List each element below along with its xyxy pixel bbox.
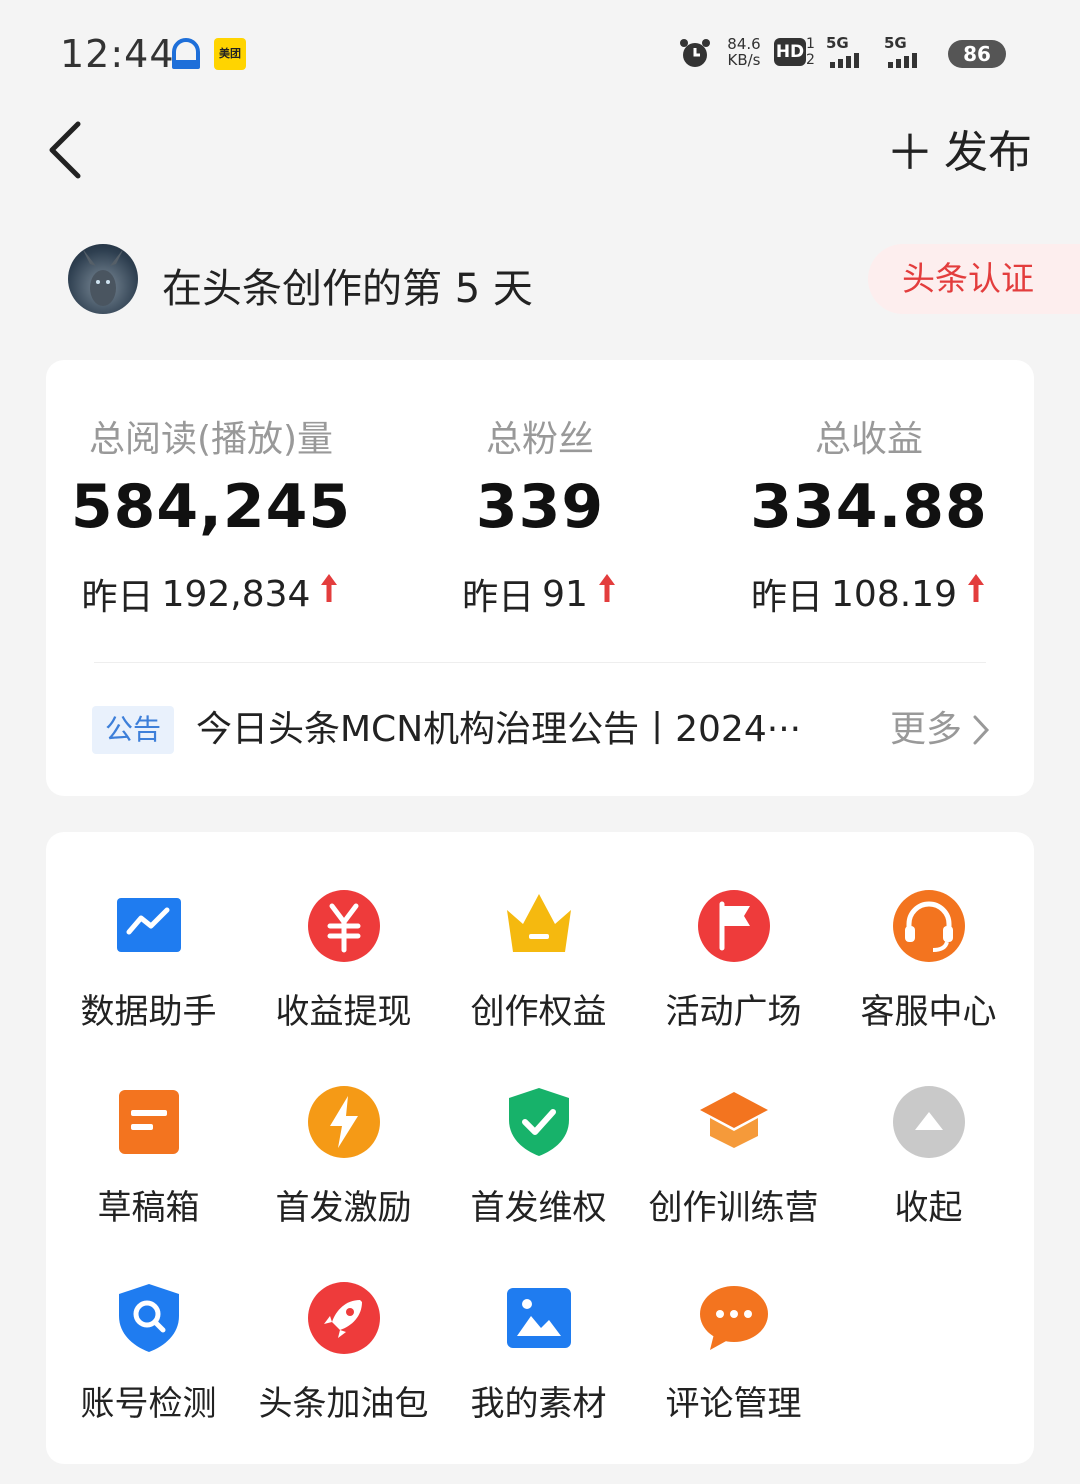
hd-sim-numbers: 1 2 bbox=[806, 36, 815, 68]
headset-icon bbox=[893, 890, 965, 962]
graduation-cap-icon bbox=[700, 1092, 768, 1148]
publish-label: 发布 bbox=[944, 127, 1032, 178]
arrow-up-icon bbox=[321, 574, 338, 602]
app-notification-icon bbox=[172, 38, 200, 69]
signal-sim1-icon: 5G bbox=[826, 34, 874, 70]
draft-icon bbox=[119, 1090, 179, 1154]
sim1-network-type: 5G bbox=[826, 34, 849, 52]
lightning-icon bbox=[308, 1086, 380, 1158]
tool-label: 创作训练营 bbox=[648, 1188, 819, 1228]
hd-voice-icon: HD bbox=[774, 38, 806, 66]
tool-label: 我的素材 bbox=[470, 1384, 607, 1424]
tool-label: 活动广场 bbox=[665, 992, 802, 1032]
tool-label: 头条加油包 bbox=[258, 1384, 429, 1424]
creator-days-text: 在头条创作的第 5 天 bbox=[162, 266, 533, 312]
stats-card: 总阅读(播放)量 584,245 昨日 192,834 总粉丝 339 昨日 9… bbox=[46, 360, 1034, 796]
status-time: 12:44 bbox=[60, 32, 175, 76]
stat-label: 总粉丝 bbox=[485, 419, 594, 460]
stat-value: 584,245 bbox=[70, 472, 352, 542]
chevron-right-icon bbox=[973, 715, 990, 745]
hd-sim-number-bottom: 2 bbox=[806, 52, 815, 68]
stat-yesterday: 昨日 108.19 bbox=[704, 568, 1034, 620]
network-speed: 84.6 KB/s bbox=[722, 36, 766, 68]
notice-tag: 公告 bbox=[92, 706, 174, 754]
tool-label: 数据助手 bbox=[80, 992, 217, 1032]
flag-icon bbox=[698, 890, 770, 962]
image-icon bbox=[507, 1288, 571, 1348]
tool-label: 首发维权 bbox=[470, 1188, 607, 1228]
network-speed-value: 84.6 bbox=[727, 35, 761, 53]
sim2-network-type: 5G bbox=[884, 34, 907, 52]
collapse-icon bbox=[893, 1086, 965, 1158]
alarm-icon bbox=[680, 39, 710, 67]
back-button[interactable] bbox=[42, 118, 92, 182]
notice-more-button[interactable]: 更多 bbox=[890, 706, 990, 754]
stat-yesterday-value: 192,834 bbox=[161, 573, 311, 615]
notice-link[interactable]: 今日头条MCN机构治理公告丨2024··· bbox=[196, 706, 836, 754]
yuan-icon bbox=[308, 890, 380, 962]
tool-label: 评论管理 bbox=[665, 1384, 802, 1424]
comment-icon bbox=[700, 1286, 768, 1350]
shield-check-icon bbox=[509, 1088, 569, 1156]
avatar-image bbox=[82, 248, 124, 306]
stat-yesterday-value: 91 bbox=[542, 573, 588, 615]
toutiao-verify-button[interactable]: 头条认证 bbox=[868, 244, 1080, 314]
stat-yesterday-prefix: 昨日 bbox=[751, 577, 824, 618]
rocket-icon bbox=[308, 1282, 380, 1354]
tool-label: 草稿箱 bbox=[97, 1188, 200, 1228]
arrow-up-icon bbox=[598, 574, 615, 602]
tool-label: 收起 bbox=[894, 1188, 963, 1228]
stat-yesterday: 昨日 192,834 bbox=[46, 568, 376, 620]
stat-yesterday-prefix: 昨日 bbox=[462, 577, 535, 618]
stat-yesterday: 昨日 91 bbox=[375, 568, 705, 620]
stat-label: 总阅读(播放)量 bbox=[88, 419, 334, 460]
tool-label: 收益提现 bbox=[275, 992, 412, 1032]
tool-label: 客服中心 bbox=[860, 992, 997, 1032]
stat-value: 334.88 bbox=[750, 472, 988, 542]
arrow-up-icon bbox=[967, 574, 984, 602]
publish-button[interactable]: ＋ 发布 bbox=[886, 118, 1032, 181]
plus-icon: ＋ bbox=[885, 125, 934, 181]
tool-label: 账号检测 bbox=[80, 1384, 217, 1424]
avatar[interactable] bbox=[68, 244, 138, 314]
hd-sim-number-top: 1 bbox=[806, 36, 815, 52]
tool-label: 首发激励 bbox=[275, 1188, 412, 1228]
notice-more-label: 更多 bbox=[889, 709, 962, 750]
chart-icon bbox=[117, 898, 181, 952]
meituan-app-icon: 美团 bbox=[214, 38, 246, 70]
battery-indicator: 86 bbox=[948, 40, 1006, 68]
signal-sim2-icon: 5G bbox=[884, 34, 932, 70]
shield-search-icon bbox=[119, 1284, 179, 1352]
status-bar: 12:44 美团 84.6 KB/s HD 1 2 5G 5G 86 bbox=[0, 0, 1080, 100]
tools-card: 数据助手 收益提现 创作权益 活动广场 客服中心 草稿箱 首发激励 首发维权 创… bbox=[46, 832, 1034, 1464]
stat-value: 339 bbox=[475, 472, 605, 542]
crown-icon bbox=[507, 894, 571, 952]
tool-label: 创作权益 bbox=[470, 992, 607, 1032]
network-speed-unit: KB/s bbox=[727, 51, 761, 69]
divider bbox=[94, 662, 986, 663]
stat-yesterday-prefix: 昨日 bbox=[81, 577, 154, 618]
stat-yesterday-value: 108.19 bbox=[831, 573, 957, 615]
stat-label: 总收益 bbox=[814, 419, 923, 460]
